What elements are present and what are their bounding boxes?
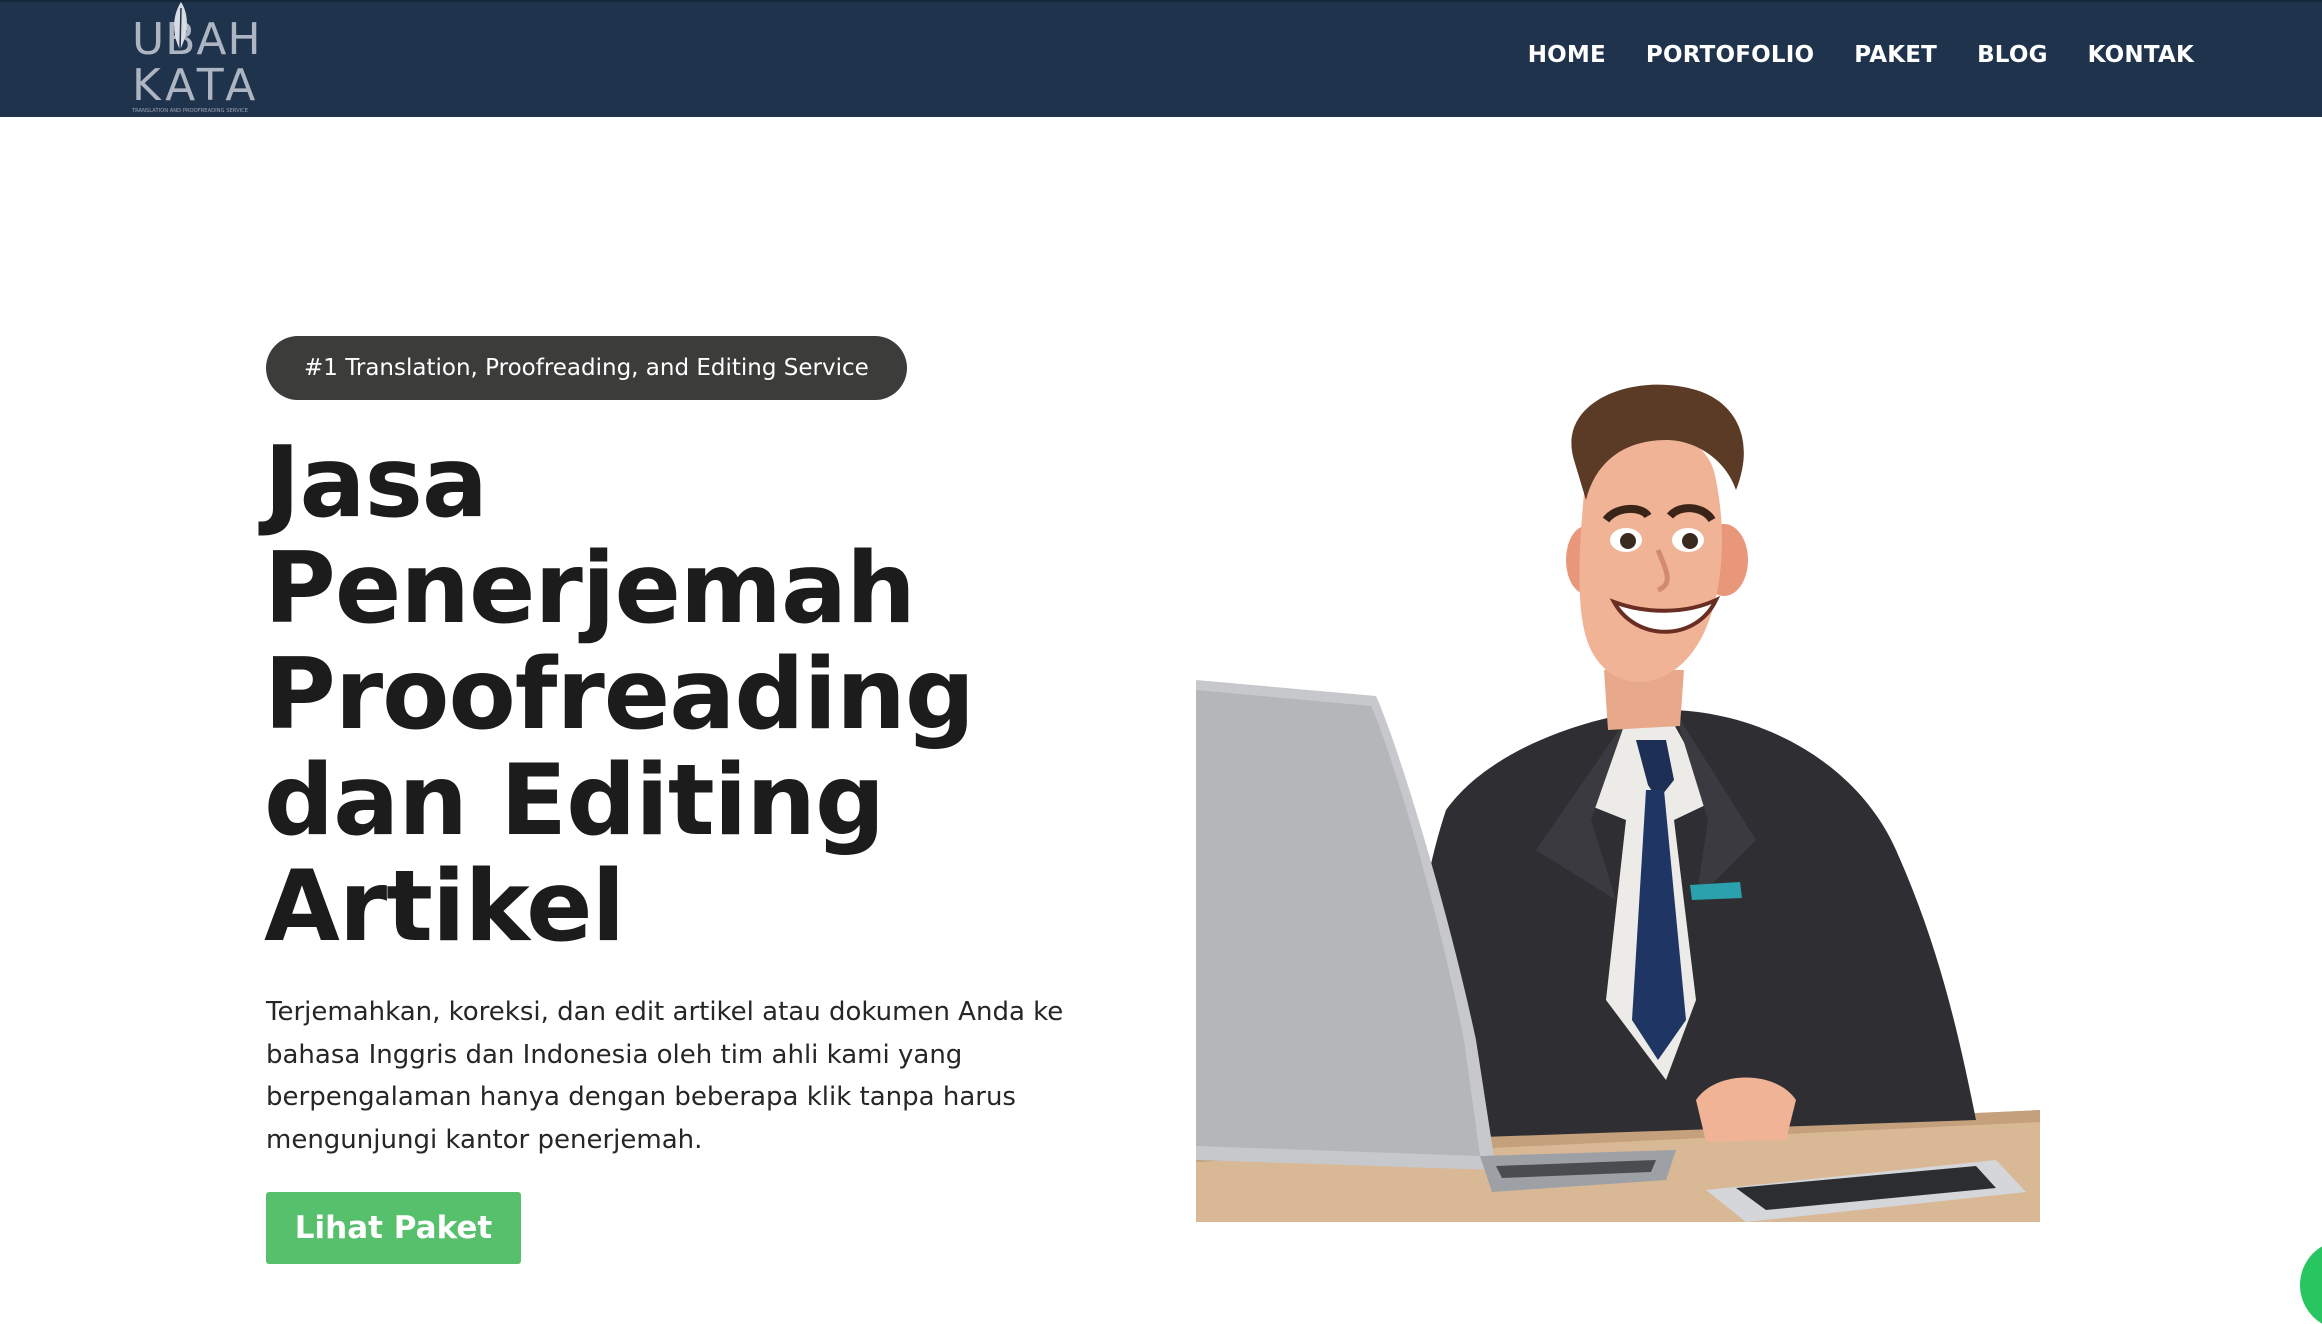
- businessman-illustration: [1196, 380, 2040, 1222]
- lihat-paket-button[interactable]: Lihat Paket: [266, 1192, 521, 1264]
- logo-mark: UBAH KATA TRANSLATION AND PROOFREADING S…: [131, 2, 262, 114]
- nav-kontak[interactable]: KONTAK: [2088, 42, 2194, 68]
- site-logo[interactable]: UBAH KATA TRANSLATION AND PROOFREADING S…: [128, 2, 278, 117]
- nav-portofolio[interactable]: PORTOFOLIO: [1646, 42, 1814, 68]
- logo-line1: UBAH: [132, 14, 262, 65]
- whatsapp-chat-button[interactable]: [2300, 1240, 2322, 1324]
- nav-paket[interactable]: PAKET: [1854, 42, 1937, 68]
- nav-home[interactable]: HOME: [1528, 42, 1606, 68]
- hero-title: Jasa Penerjemah Proofreading dan Editing…: [264, 430, 1024, 960]
- hero-title-line: Proofreading: [264, 638, 975, 752]
- hero-title-line: Penerjemah: [264, 532, 916, 646]
- site-header: UBAH KATA TRANSLATION AND PROOFREADING S…: [0, 0, 2322, 117]
- main-nav: HOME PORTOFOLIO PAKET BLOG KONTAK: [1488, 42, 2194, 68]
- logo-tagline: TRANSLATION AND PROOFREADING SERVICE: [131, 108, 248, 114]
- hero-title-line: dan Editing: [264, 744, 885, 858]
- nav-blog[interactable]: BLOG: [1977, 42, 2048, 68]
- hero-title-line: Jasa: [264, 426, 488, 540]
- hero-badge: #1 Translation, Proofreading, and Editin…: [266, 336, 907, 400]
- logo-line2: KATA: [132, 60, 260, 111]
- hero-title-line: Artikel: [264, 850, 625, 964]
- page: UBAH KATA TRANSLATION AND PROOFREADING S…: [0, 0, 2322, 1324]
- hero-description: Terjemahkan, koreksi, dan edit artikel a…: [266, 997, 1064, 1155]
